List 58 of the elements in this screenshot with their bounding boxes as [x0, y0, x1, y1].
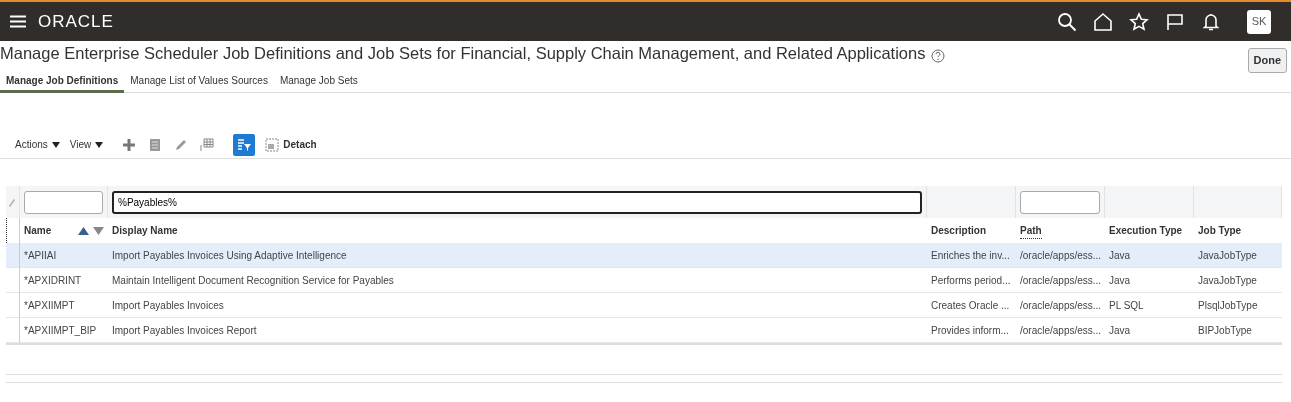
- table-cell-text: /oracle/apps/ess...: [1020, 323, 1102, 338]
- user-avatar[interactable]: SK: [1247, 9, 1271, 34]
- filter-field[interactable]: %Payables%: [112, 190, 922, 214]
- table-cell-text: Performs period...: [931, 273, 1011, 288]
- detach-button[interactable]: Detach: [265, 137, 317, 152]
- column-header[interactable]: Path: [1020, 222, 1042, 239]
- table-cell-text: Enriches the inv...: [931, 248, 1010, 263]
- caret-icon: [95, 141, 104, 148]
- table-cell-text: *APXIDRINT: [24, 273, 82, 288]
- table-cell-text: /oracle/apps/ess...: [1020, 273, 1102, 288]
- table-cell-text: /oracle/apps/ess...: [1020, 248, 1102, 263]
- table-cell-text: /oracle/apps/ess...: [1020, 298, 1102, 313]
- table-cell-text: Import Payables Invoices: [112, 298, 224, 313]
- add-icon[interactable]: [121, 136, 138, 153]
- menu-button[interactable]: Actions: [15, 137, 60, 152]
- table-icon[interactable]: [199, 136, 216, 153]
- table-cell-text: Java: [1109, 323, 1131, 338]
- sort-descending-icon[interactable]: [93, 226, 104, 235]
- table-cell-text: *APIIAI: [24, 248, 57, 263]
- tab[interactable]: Manage Job Sets: [273, 71, 364, 93]
- table-cell-text: JavaJobType: [1198, 273, 1257, 288]
- menu-icon[interactable]: [10, 15, 26, 28]
- column-header[interactable]: Description: [931, 223, 986, 238]
- table-cell-text: Java: [1109, 248, 1131, 263]
- home-icon[interactable]: [1093, 11, 1113, 32]
- table-cell-text: Import Payables Invoices Report: [112, 323, 257, 338]
- star-icon[interactable]: [1129, 11, 1149, 32]
- menu-button[interactable]: View: [69, 137, 104, 152]
- table-cell-text: Java: [1109, 273, 1131, 288]
- table-cell-text: *APXIIMPT: [24, 298, 75, 313]
- help-icon[interactable]: [931, 49, 946, 63]
- table-cell-text: Import Payables Invoices Using Adaptive Intelligence: [112, 248, 347, 263]
- filter-button[interactable]: [233, 133, 256, 156]
- done-button[interactable]: Done: [1247, 48, 1287, 73]
- table-cell-text: *APXIIMPT_BIP: [24, 323, 97, 338]
- table-cell-text: PlsqlJobType: [1198, 298, 1258, 313]
- flag-icon[interactable]: [1165, 11, 1185, 32]
- tab[interactable]: Manage Job Definitions: [0, 71, 125, 93]
- table-cell-text: Creates Oracle ...: [931, 298, 1010, 313]
- page-title: Manage Enterprise Scheduler Job Definitions and Job Sets for Financial, Supply Chain Management, and Related Applications: [0, 44, 926, 64]
- search-icon[interactable]: [1057, 11, 1077, 32]
- column-header[interactable]: Display Name: [112, 223, 178, 238]
- tab[interactable]: Manage List of Values Sources: [124, 71, 274, 93]
- column-header[interactable]: Execution Type: [1109, 223, 1183, 238]
- table-cell-text: JavaJobType: [1198, 248, 1257, 263]
- caret-icon: [51, 141, 60, 148]
- column-header[interactable]: Name: [24, 223, 52, 238]
- logo[interactable]: ORACLE: [38, 8, 114, 35]
- table-cell-text: PL SQL: [1109, 298, 1144, 313]
- table-cell-text: Maintain Intelligent Document Recognition Service for Payables: [112, 273, 394, 288]
- table-cell-text: Provides inform...: [931, 323, 1009, 338]
- clear-filter-icon[interactable]: [8, 197, 16, 207]
- table-cell-text: BIPJobType: [1198, 323, 1252, 338]
- sort-ascending-icon[interactable]: [78, 226, 89, 235]
- detach-icon: [265, 137, 280, 152]
- bell-icon[interactable]: [1201, 11, 1221, 32]
- column-header[interactable]: Job Type: [1198, 223, 1242, 238]
- filter-icon: [237, 137, 252, 152]
